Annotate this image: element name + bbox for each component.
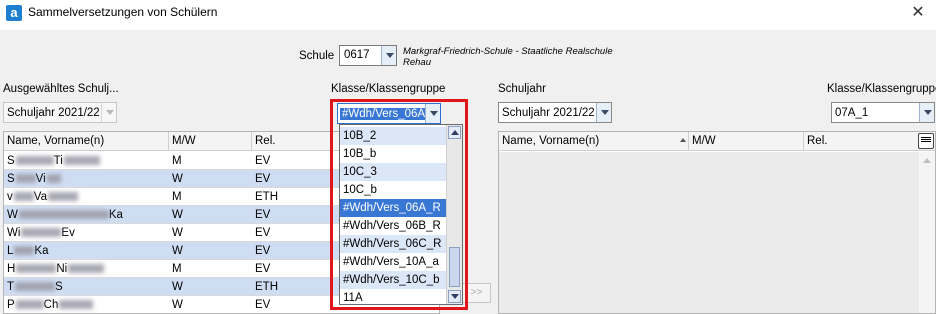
cell-religion: EV [255,245,271,257]
cell-gender: M [172,191,182,203]
left-year-label: Ausgewähltes Schulj... [3,83,119,95]
cell-name: S Vi [7,173,61,185]
right-student-grid[interactable]: Name, Vorname(n) M/W Rel. [498,131,936,314]
cell-religion: ETH [255,281,278,293]
dropdown-option[interactable]: 10C_b [340,181,446,199]
cell-religion: ETH [255,191,278,203]
col-gender[interactable]: M/W [692,135,716,147]
cell-religion: EV [255,155,271,167]
cell-gender: W [172,299,183,311]
chevron-down-icon [101,103,116,122]
chevron-down-icon[interactable] [919,103,934,122]
dropdown-option[interactable]: 10B_2 [340,127,446,145]
cell-name: v Va [7,191,78,203]
right-class-select[interactable]: 07A_1 [831,102,935,123]
close-icon[interactable]: ✕ [908,2,928,22]
school-select[interactable]: 0617 [339,45,397,66]
left-year-select: Schuljahr 2021/22 [3,102,117,123]
right-class-value: 07A_1 [835,107,869,119]
empty-grid-area [499,152,919,313]
school-label: Schule [299,50,335,62]
cell-gender: W [172,245,183,257]
app-logo-icon: a [6,5,22,21]
dropdown-option[interactable]: #Wdh/Vers_06B_R [340,217,446,235]
scroll-down-icon[interactable] [448,290,461,303]
cell-gender: W [172,227,183,239]
cell-name: TS [7,281,63,293]
cell-name: S Ti [7,155,100,167]
window-title: Sammelversetzungen von Schülern [28,5,218,19]
left-class-select[interactable]: #Wdh/Vers_06A [337,103,441,124]
school-name: Markgraf-Friedrich-Schule - Staatliche R… [403,46,613,68]
dropdown-option[interactable]: 11A [340,289,446,304]
class-dropdown-list[interactable]: 10B_2 10B_b 10C_3 10C_b #Wdh/Vers_06A_R #Wdh/… [339,124,463,305]
move-right-button[interactable]: >> [462,283,491,303]
title-bar: a Sammelversetzungen von Schülern ✕ [0,0,936,30]
col-name[interactable]: Name, Vorname(n) [7,135,104,147]
cell-name: H Ni [7,263,105,275]
dropdown-option[interactable]: #Wdh/Vers_10A_a [340,253,446,271]
cell-religion: EV [255,209,271,221]
cell-gender: W [172,209,183,221]
cell-religion: EV [255,299,271,311]
dropdown-option[interactable]: #Wdh/Vers_10C_b [340,271,446,289]
column-chooser-icon[interactable] [918,133,934,149]
cell-religion: EV [255,173,271,185]
cell-gender: M [172,263,182,275]
right-class-label: Klasse/Klassengruppe [827,83,936,95]
chevron-down-icon[interactable] [381,46,396,65]
dropdown-option[interactable]: 10B_b [340,145,446,163]
left-class-label: Klasse/Klassengruppe [331,83,446,95]
chevron-down-icon[interactable] [596,103,611,122]
scroll-up-icon[interactable] [923,158,931,163]
cell-name: Wi Ev [7,227,75,239]
cell-name: P Ch [7,299,94,311]
left-class-value: #Wdh/Vers_06A [340,108,428,120]
sort-asc-icon[interactable] [680,138,686,142]
vertical-scrollbar[interactable] [919,152,935,313]
grid-header: Name, Vorname(n) M/W Rel. [499,132,935,151]
cell-gender: W [172,173,183,185]
col-religion[interactable]: Rel. [255,135,275,147]
cell-religion: EV [255,227,271,239]
right-year-label: Schuljahr [498,83,546,95]
dropdown-option[interactable]: #Wdh/Vers_06A_R [340,199,446,217]
scroll-up-icon[interactable] [448,126,461,139]
cell-religion: EV [255,263,271,275]
cell-name: W Ka [7,209,123,221]
dropdown-scrollbar[interactable] [446,125,462,304]
right-year-value: Schuljahr 2021/22 [502,107,595,119]
chevron-down-icon[interactable] [425,104,440,123]
school-code: 0617 [344,49,370,61]
left-year-value: Schuljahr 2021/22 [7,107,100,119]
dropdown-option[interactable]: #Wdh/Vers_06C_R [340,235,446,253]
col-name[interactable]: Name, Vorname(n) [502,135,599,147]
cell-gender: M [172,155,182,167]
scroll-thumb[interactable] [449,247,460,287]
col-religion[interactable]: Rel. [807,135,827,147]
cell-gender: W [172,281,183,293]
col-gender[interactable]: M/W [172,135,196,147]
right-year-select[interactable]: Schuljahr 2021/22 [498,102,612,123]
cell-name: L Ka [7,245,49,257]
dropdown-option[interactable]: 10C_3 [340,163,446,181]
